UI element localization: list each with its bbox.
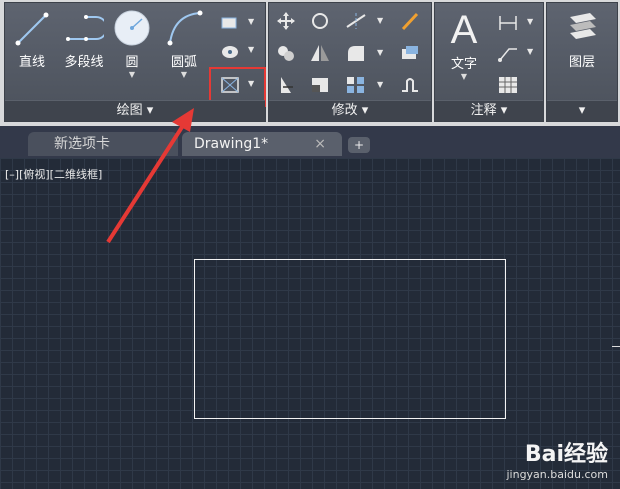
watermark: Bai经验 jingyan.baidu.com xyxy=(506,436,608,481)
watermark-url: jingyan.baidu.com xyxy=(506,468,608,481)
watermark-brand: Bai经验 xyxy=(524,442,608,467)
annotation-arrow xyxy=(106,108,194,244)
